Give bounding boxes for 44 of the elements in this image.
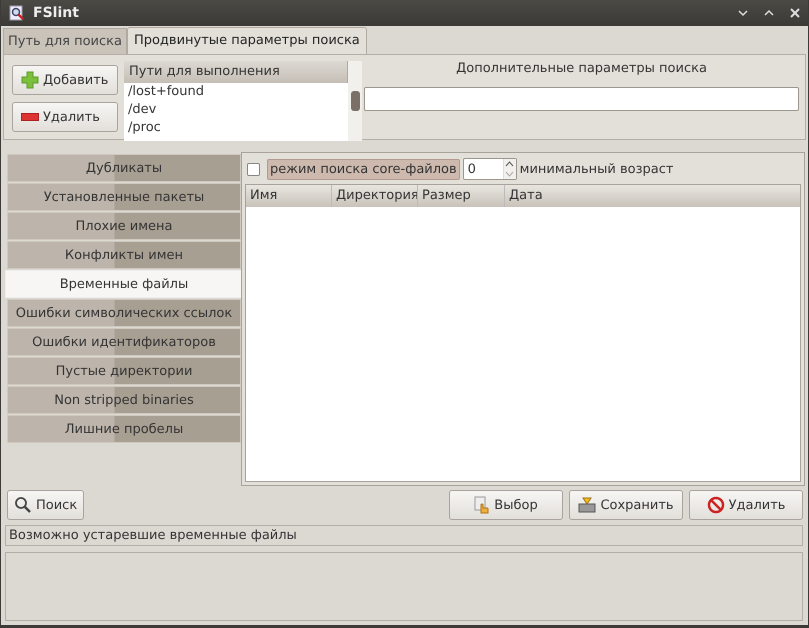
sidebar-item[interactable]: Дубликаты: [7, 154, 241, 182]
tab[interactable]: Продвинутые параметры поиска: [126, 27, 367, 54]
sidebar-item[interactable]: Установленные пакеты: [7, 183, 241, 211]
field-label: Дополнительные параметры поиска: [456, 61, 707, 78]
path-item[interactable]: /proc: [124, 119, 348, 137]
sidebar-item[interactable]: Временные файлы: [5, 270, 243, 298]
checkbox-label[interactable]: режим поиска core-файлов: [267, 158, 460, 180]
column-header[interactable]: Дата: [505, 185, 800, 207]
sidebar-item[interactable]: Ошибки идентификаторов: [7, 328, 241, 356]
column-header[interactable]: Размер: [418, 185, 505, 207]
window-title: FSlint: [33, 5, 79, 21]
search-icon: [14, 496, 32, 514]
checkbox[interactable]: [247, 162, 260, 176]
sidebar-item[interactable]: Пустые директории: [7, 357, 241, 385]
path-item[interactable]: /lost+found: [124, 83, 348, 101]
sidebar-item[interactable]: Non stripped binaries: [7, 386, 241, 414]
minimize-icon[interactable]: [738, 9, 748, 17]
spin-field[interactable]: 0: [462, 158, 517, 180]
sidebar-item[interactable]: Лишние пробелы: [7, 415, 241, 443]
add-button[interactable]: Добавить: [12, 65, 118, 95]
field-label: минимальный возраст: [520, 162, 674, 176]
tab[interactable]: Путь для поиска: [3, 28, 127, 54]
magnifier-icon: [9, 5, 25, 21]
column-header[interactable]: Пути для выполнения: [124, 61, 348, 83]
plus-icon: [21, 71, 39, 89]
hand-icon: [474, 496, 490, 514]
path-item[interactable]: /dev: [124, 101, 348, 119]
save-button[interactable]: Сохранить: [569, 490, 683, 520]
select-button[interactable]: Выбор: [449, 490, 563, 520]
close-icon[interactable]: [790, 8, 800, 18]
maximize-icon[interactable]: [764, 9, 774, 17]
minus-icon: [21, 113, 39, 121]
delete-button[interactable]: Удалить: [689, 490, 803, 520]
sidebar-item[interactable]: Конфликты имен: [7, 241, 241, 269]
sidebar-item[interactable]: Плохие имена: [7, 212, 241, 240]
sidebar-item[interactable]: Ошибки символических ссылок: [7, 299, 241, 327]
column-header[interactable]: Имя: [246, 185, 332, 207]
search-button[interactable]: Поиск: [7, 490, 84, 520]
drive-icon: [578, 496, 596, 514]
remove-button[interactable]: Удалить: [12, 102, 118, 132]
input-field[interactable]: [364, 87, 799, 111]
prohibited-icon: [706, 496, 725, 514]
scrollbar[interactable]: [348, 61, 362, 141]
status-bar: Возможно устаревшие временные файлы: [5, 525, 803, 546]
